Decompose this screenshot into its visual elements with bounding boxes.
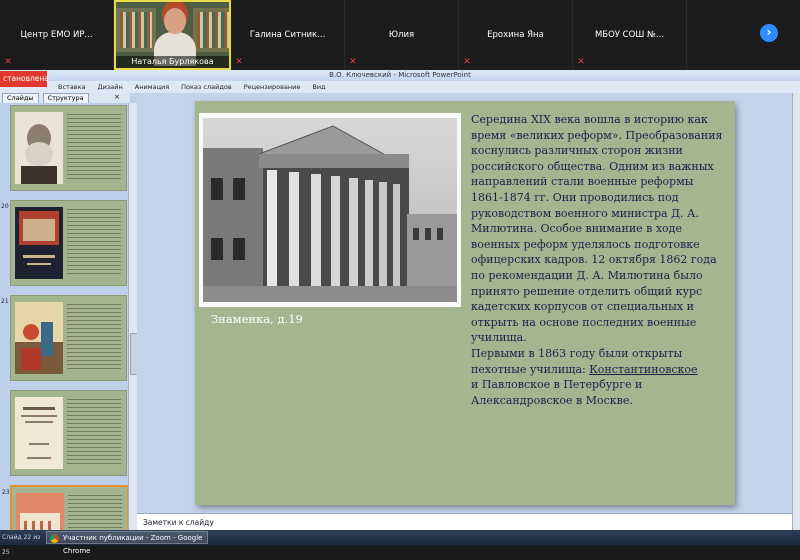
chevron-right-icon[interactable]: › <box>760 24 778 42</box>
current-slide[interactable]: Знаменка, д.19 Середина XIX века вошла в… <box>195 101 735 505</box>
slide-thumbnail[interactable] <box>10 105 127 191</box>
zoom-participant-strip: Центр ЕМО ИР... ✕ Наталья Бурлякова Гали… <box>0 0 800 70</box>
tab-insert[interactable]: Вставка <box>52 81 92 93</box>
speaker-head <box>164 8 186 34</box>
building-thumbnail <box>16 493 64 533</box>
powerpoint-window: В.О. Ключевский - Microsoft PowerPoint с… <box>0 70 800 533</box>
mic-muted-icon: ✕ <box>463 57 471 67</box>
participant-tile[interactable]: Юлия ✕ <box>345 0 459 70</box>
photo-frame <box>199 113 461 307</box>
slide-canvas: Знаменка, д.19 Середина XIX века вошла в… <box>137 93 792 513</box>
participant-name: МБОУ СОШ №... <box>594 30 665 40</box>
thumbnail-text <box>67 304 121 370</box>
painting-thumbnail <box>15 302 63 374</box>
stop-share-button[interactable]: становлена <box>0 71 49 87</box>
thumbnail-text <box>67 209 121 275</box>
tab-slideshow[interactable]: Показ слайдов <box>175 81 238 93</box>
close-icon[interactable]: × <box>110 93 124 102</box>
photo-caption: Знаменка, д.19 <box>211 312 303 326</box>
slide-thumbnails: 20 21 23 <box>0 103 128 533</box>
mic-muted-icon: ✕ <box>577 57 585 67</box>
slide-thumbnail-selected[interactable]: 23 <box>2 485 128 533</box>
slides-panel-tabs: Слайды Структура × <box>0 93 130 104</box>
slide-number: 20 <box>1 203 9 210</box>
slide-thumbnail[interactable]: 21 <box>1 295 127 381</box>
tab-view[interactable]: Вид <box>306 81 331 93</box>
participant-tile[interactable]: Галина Ситник... ✕ <box>231 0 345 70</box>
tab-design[interactable]: Дизайн <box>92 81 129 93</box>
slide-thumbnail[interactable] <box>10 390 127 476</box>
bookshelf-right <box>193 8 229 52</box>
portrait-thumbnail <box>15 112 63 184</box>
document-thumbnail <box>15 397 63 469</box>
window-title: В.О. Ключевский - Microsoft PowerPoint <box>0 70 800 81</box>
participant-name: Центр ЕМО ИР... <box>20 30 93 40</box>
bookshelf-left <box>116 8 156 52</box>
thumbnail-text <box>68 495 122 533</box>
thumbnail-text <box>67 399 121 465</box>
thumbnail-text <box>67 114 121 180</box>
slide-number: 21 <box>1 298 9 305</box>
participant-video-tile[interactable]: Наталья Бурлякова <box>114 0 231 70</box>
status-slide-count: Слайд 22 из 25 <box>2 534 41 556</box>
mic-muted-icon: ✕ <box>235 57 243 67</box>
tab-animation[interactable]: Анимация <box>129 81 175 93</box>
underlined-term: Константиновское <box>589 362 698 376</box>
building-photo <box>203 118 457 302</box>
participant-tile[interactable]: Центр ЕМО ИР... ✕ <box>0 0 114 70</box>
slide-scrollbar[interactable] <box>792 93 800 530</box>
notes-field[interactable]: Заметки к слайду <box>137 513 792 530</box>
slide-paragraph: Середина XIX века вошла в историю как вр… <box>471 113 723 345</box>
slide-paragraph-tail: и Павловское в Петербурге и Александровс… <box>471 378 643 407</box>
taskbar-chrome-zoom[interactable]: Участник публикации - Zoom - Google Chro… <box>46 531 208 555</box>
participant-tile[interactable]: МБОУ СОШ №... ✕ <box>573 0 687 70</box>
chrome-icon <box>50 534 59 543</box>
participant-name: Галина Ситник... <box>249 30 326 40</box>
tab-review[interactable]: Рецензирование <box>238 81 307 93</box>
participant-name: Наталья Бурлякова <box>116 56 229 68</box>
participant-name: Юлия <box>388 30 415 40</box>
mic-muted-icon: ✕ <box>4 57 12 67</box>
slide-number: 23 <box>2 489 10 496</box>
mic-muted-icon: ✕ <box>349 57 357 67</box>
slide-thumbnail[interactable]: 20 <box>1 200 127 286</box>
participant-name: Ерохина Яна <box>487 30 544 40</box>
ribbon-tabs: Вставка Дизайн Анимация Показ слайдов Ре… <box>0 81 800 93</box>
slide-body-text: Середина XIX века вошла в историю как вр… <box>471 112 727 408</box>
book-cover-thumbnail <box>15 207 63 279</box>
participant-tile[interactable]: Ерохина Яна ✕ <box>459 0 573 70</box>
taskbar: Слайд 22 из 25 Участник публикации - Zoo… <box>0 530 800 556</box>
